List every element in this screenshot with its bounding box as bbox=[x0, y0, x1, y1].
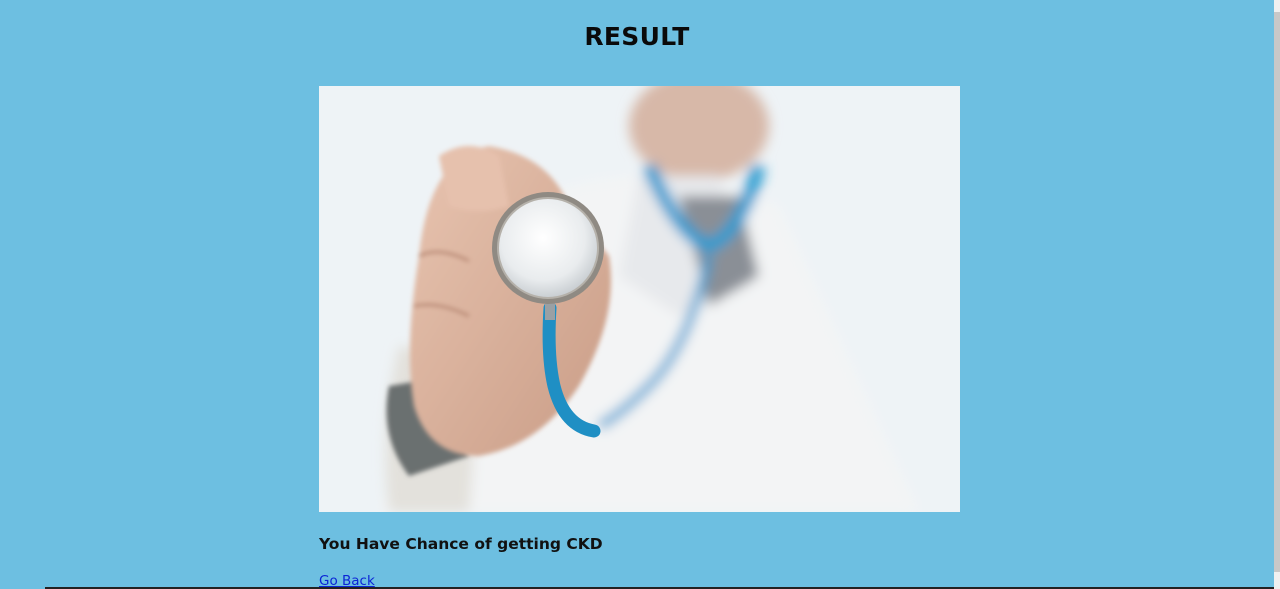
vertical-scrollbar[interactable] bbox=[1274, 0, 1280, 589]
result-message: You Have Chance of getting CKD bbox=[319, 535, 603, 553]
scrollbar-thumb[interactable] bbox=[1274, 12, 1280, 572]
doctor-stethoscope-image bbox=[319, 86, 960, 512]
result-page: RESULT You Have Chance of getting CKD Go… bbox=[0, 0, 1280, 589]
page-title: RESULT bbox=[584, 22, 690, 51]
